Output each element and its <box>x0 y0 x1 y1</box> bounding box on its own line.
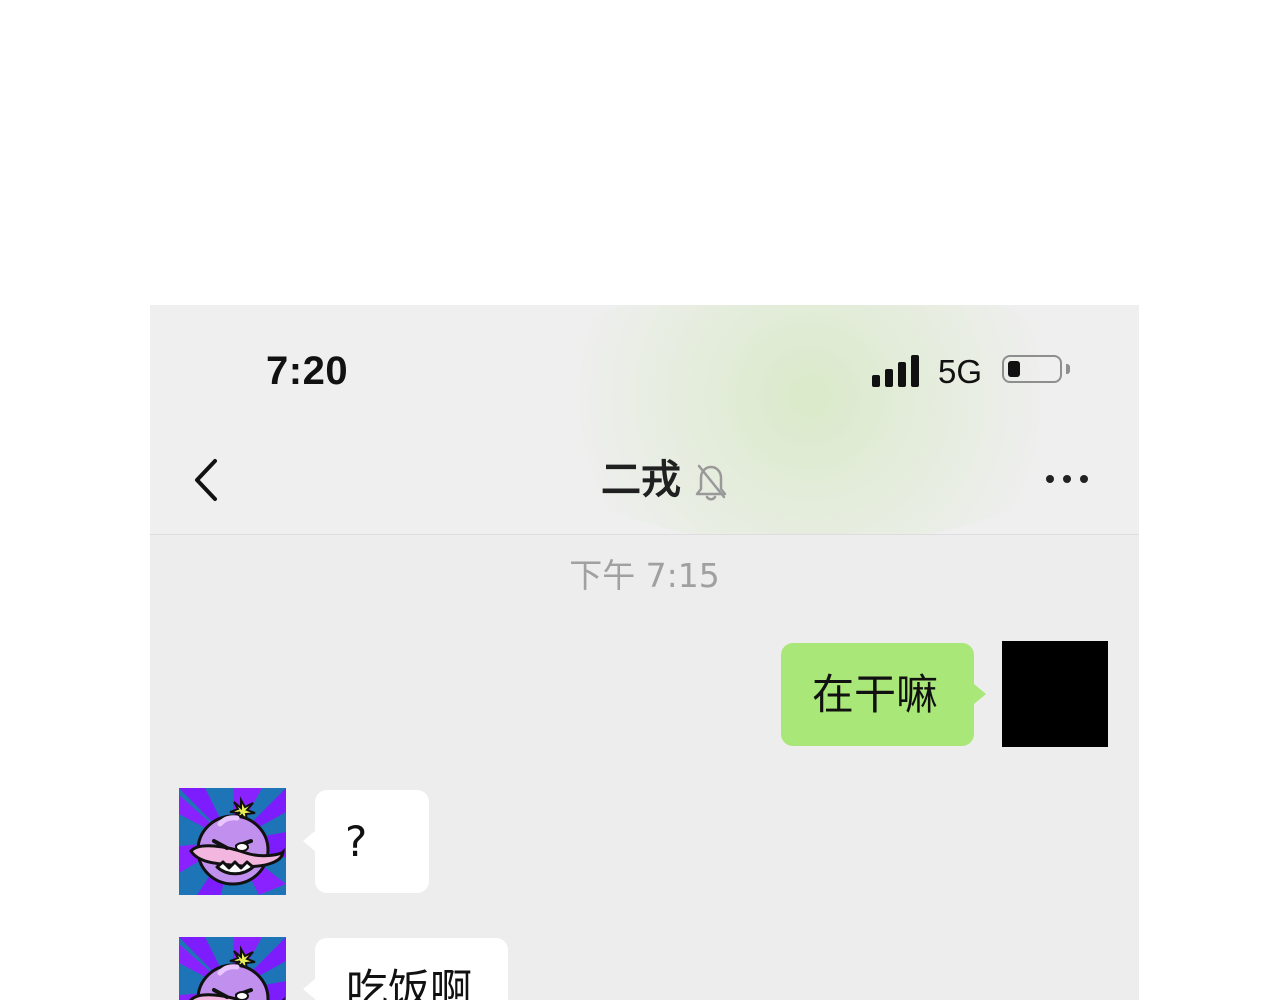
more-dot <box>1046 475 1054 483</box>
incoming-message-bubble[interactable]: ? <box>303 790 429 893</box>
back-button[interactable] <box>185 455 229 505</box>
header-divider <box>150 534 1139 535</box>
signal-bar <box>872 375 880 387</box>
cellular-signal-icon <box>872 355 924 387</box>
signal-bar <box>911 355 919 387</box>
chat-screen: 7:20 5G 二戎 下午 7:15 在干嘛 ? 吃饭啊 <box>150 305 1139 1000</box>
battery-low-icon <box>1002 353 1074 389</box>
top-bar: 7:20 5G 二戎 <box>150 305 1139 535</box>
network-type: 5G <box>938 353 983 390</box>
more-dot <box>1063 475 1071 483</box>
more-dot <box>1080 475 1088 483</box>
purple-planet-avatar-icon <box>179 937 286 1000</box>
battery-level <box>1008 361 1020 377</box>
signal-bar <box>898 362 906 387</box>
outgoing-message-bubble[interactable]: 在干嘛 <box>781 643 986 746</box>
contact-avatar[interactable] <box>179 937 286 1000</box>
signal-bar <box>885 369 893 387</box>
screenshot-page: 7:20 5G 二戎 下午 7:15 在干嘛 ? 吃饭啊 <box>0 0 1280 1000</box>
battery-outline <box>1002 355 1062 383</box>
contact-avatar[interactable] <box>179 788 286 895</box>
message-list[interactable]: 下午 7:15 在干嘛 ? 吃饭啊 <box>150 536 1139 1000</box>
my-avatar[interactable] <box>1002 641 1108 747</box>
more-options-button[interactable] <box>1043 465 1091 495</box>
purple-planet-avatar-icon <box>179 788 286 895</box>
chevron-left-icon <box>195 459 217 501</box>
chat-title: 二戎 <box>601 457 681 503</box>
bell-slash-icon <box>695 464 727 501</box>
status-bar-time: 7:20 <box>266 349 349 393</box>
chat-title-area: 二戎 <box>595 454 755 506</box>
battery-tip <box>1066 364 1070 374</box>
incoming-message-bubble[interactable]: 吃饭啊 <box>303 938 508 1000</box>
message-timestamp: 下午 7:15 <box>569 556 720 595</box>
